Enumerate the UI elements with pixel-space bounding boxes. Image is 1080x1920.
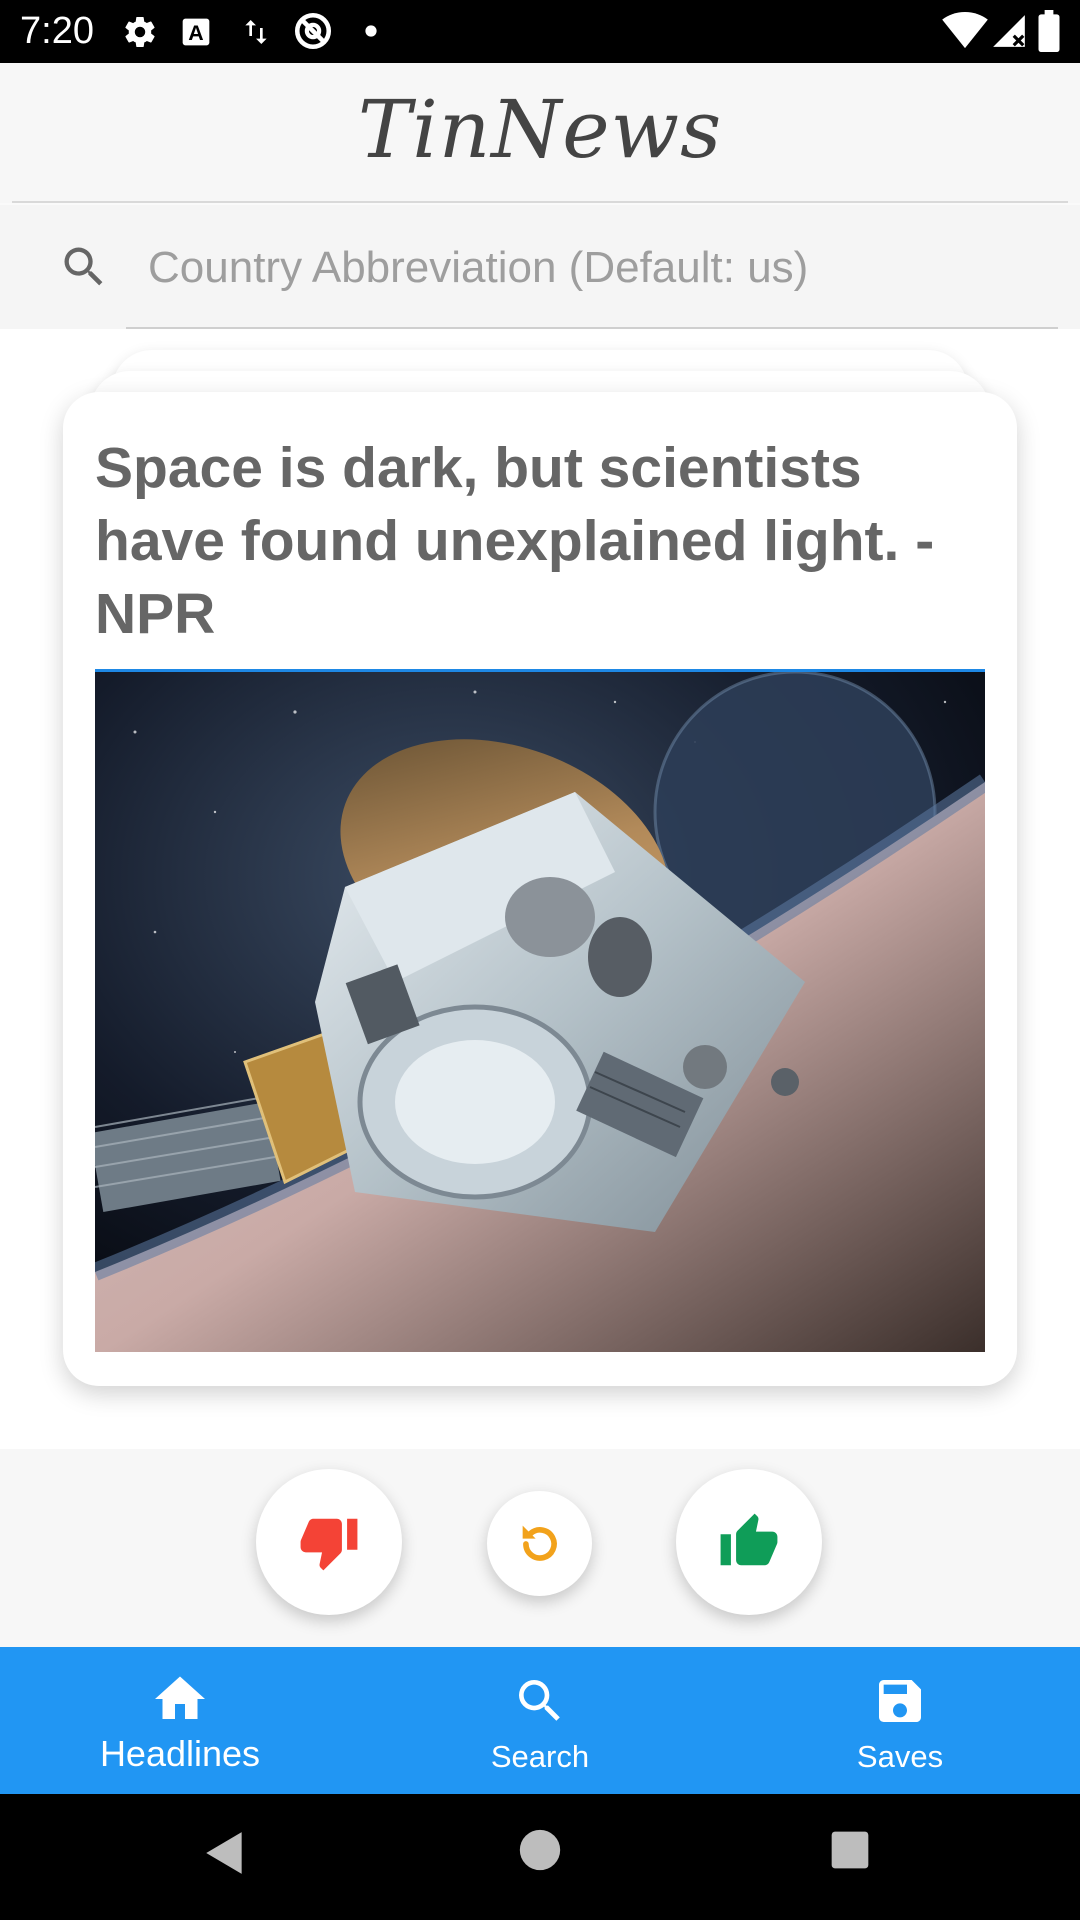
no-sim-icon <box>294 12 332 50</box>
system-navigation-bar <box>0 1794 1080 1920</box>
thumbs-down-icon <box>300 1518 358 1571</box>
bottom-navigation: Headlines Search Saves <box>0 1647 1080 1794</box>
nav-saves-label: Saves <box>856 1739 944 1774</box>
country-search-input[interactable] <box>126 233 1056 303</box>
nav-search[interactable]: Search <box>360 1647 720 1794</box>
action-row <box>0 1449 1080 1647</box>
card-stack[interactable]: Space is dark, but scientists have found… <box>0 329 1080 1449</box>
home-button-icon[interactable] <box>518 1828 562 1872</box>
data-transfer-icon <box>245 20 267 44</box>
search-icon <box>519 1680 560 1721</box>
nav-headlines-label: Headlines <box>99 1733 261 1774</box>
keyboard-a-icon: A <box>182 18 210 46</box>
status-time: 7:20 <box>20 10 94 52</box>
home-icon <box>155 1676 205 1719</box>
back-icon[interactable] <box>200 1828 250 1878</box>
dot-icon <box>365 25 377 37</box>
nav-search-label: Search <box>490 1739 590 1774</box>
save-icon <box>879 1680 921 1722</box>
wifi-icon <box>942 12 988 49</box>
like-button[interactable] <box>676 1469 822 1615</box>
divider <box>12 201 1068 203</box>
app-bar: TinNews <box>0 63 1080 203</box>
gear-icon <box>125 17 155 48</box>
news-card-title: Space is dark, but scientists have found… <box>95 436 935 646</box>
search-icon[interactable] <box>58 241 110 293</box>
news-card[interactable]: Space is dark, but scientists have found… <box>63 392 1017 1386</box>
thumbs-up-icon <box>720 1513 778 1566</box>
news-card-image <box>95 669 985 1352</box>
rewind-button[interactable] <box>487 1491 592 1596</box>
nav-saves[interactable]: Saves <box>720 1647 1080 1794</box>
nav-headlines[interactable]: Headlines <box>0 1647 360 1794</box>
battery-icon <box>1038 10 1060 52</box>
status-bar: 7:20 A <box>0 0 1080 63</box>
search-bar <box>0 205 1080 329</box>
app-title: TinNews <box>357 83 723 176</box>
dislike-button[interactable] <box>256 1469 402 1615</box>
spacecraft-illustration <box>95 672 985 1352</box>
rewind-icon <box>522 1525 557 1561</box>
signal-icon <box>993 15 1025 47</box>
recents-icon[interactable] <box>830 1830 870 1870</box>
svg-text:A: A <box>188 21 203 45</box>
